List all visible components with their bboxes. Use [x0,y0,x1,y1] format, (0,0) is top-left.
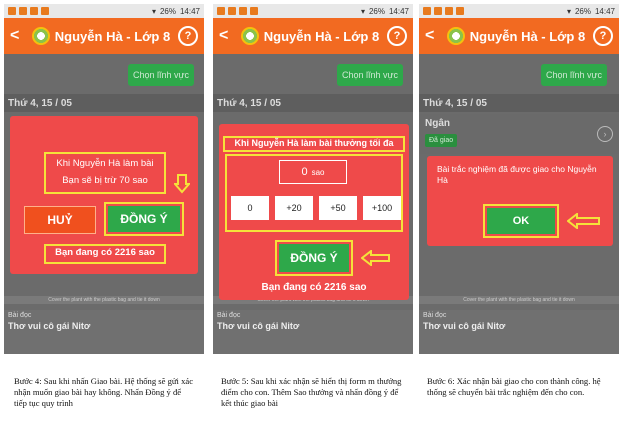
lesson-section: Bài đọc Thơ vui cô gái Nitơ [419,310,619,354]
status-bar: ▾ 26% 14:47 [213,4,413,18]
reward-input[interactable]: 0 sao [279,160,347,184]
reward-option[interactable]: +20 [275,196,313,220]
app-logo-icon [31,27,50,45]
reward-input-value: 0 [301,166,308,178]
help-button[interactable]: ? [386,26,407,46]
image-caption-strip: Cover the plant with the plastic bag and… [419,296,619,304]
notification-icon [19,7,27,15]
phone-screen-step6: ▾ 26% 14:47 < Nguyễn Hà - Lớp 8 ? Chọn lĩn… [419,4,619,354]
wifi-icon: ▾ [360,6,365,16]
notification-icon [434,7,442,15]
app-bar: < Nguyễn Hà - Lớp 8 ? [4,18,204,54]
confirm-button[interactable]: ĐỒNG Ý [108,206,180,232]
notification-icon [239,7,247,15]
back-button[interactable]: < [10,27,24,45]
date-header: Thứ 4, 15 / 05 [419,94,619,112]
arrow-left-icon [361,250,390,266]
reward-option[interactable]: +50 [319,196,357,220]
reward-option[interactable]: 0 [231,196,269,220]
clock: 14:47 [388,6,409,16]
phone-screen-step4: ▾ 26% 14:47 < Nguyễn Hà - Lớp 8 ? Chọn lĩn… [4,4,204,354]
assignment-card[interactable]: Ngân Đã giao › [419,114,619,154]
reward-dialog: Khi Nguyễn Hà làm bài thưởng tối đa 0 sa… [219,124,409,300]
choose-field-button[interactable]: Chọn lĩnh vực [337,64,404,86]
app-bar: < Nguyễn Hà - Lớp 8 ? [419,18,619,54]
battery-level: 26% [159,6,176,16]
clock: 14:47 [179,6,200,16]
dialog-message-line2: Bạn sẽ bị trừ 70 sao [62,175,148,186]
phone-screen-step5: ▾ 26% 14:47 < Nguyễn Hà - Lớp 8 ? Chọn lĩn… [213,4,413,354]
app-logo-icon [446,27,465,45]
notification-icon [217,7,225,15]
wifi-icon: ▾ [151,6,156,16]
notification-icon [41,7,49,15]
success-message: Bài trắc nghiệm đã được giao cho Nguyễn … [437,164,597,185]
status-bar: ▾ 26% 14:47 [419,4,619,18]
notification-icon [228,7,236,15]
confirm-button[interactable]: ĐỒNG Ý [279,244,349,272]
star-balance: Bạn đang có 2216 sao [55,247,155,258]
lesson-title[interactable]: Thơ vui cô gái Nitơ [4,321,204,331]
notification-icon [30,7,38,15]
notification-icon [456,7,464,15]
caption-step4: Bước 4: Sau khi nhấn Giao bài. Hệ thống … [14,376,194,408]
lesson-category: Bài đọc [423,312,447,319]
caption-step6: Bước 6: Xác nhận bài giao cho con thành … [427,376,601,397]
confirm-dialog: Khi Nguyễn Hà làm bài Bạn sẽ bị trừ 70 s… [10,116,198,274]
wifi-icon: ▾ [566,6,571,16]
app-title: Nguyễn Hà - Lớp 8 [263,28,380,44]
choose-field-button[interactable]: Chọn lĩnh vực [128,64,195,86]
dialog-message-line1: Khi Nguyễn Hà làm bài [56,158,154,169]
date-header: Thứ 4, 15 / 05 [4,94,204,112]
star-balance: Bạn đang có 2216 sao [261,282,367,293]
battery-level: 26% [368,6,385,16]
assignment-card-title: Ngân [425,118,450,129]
reward-option[interactable]: +100 [363,196,401,220]
status-bar: ▾ 26% 14:47 [4,4,204,18]
reward-input-unit: sao [311,167,325,177]
image-caption-strip: Cover the plant with the plastic bag and… [4,296,204,304]
lesson-category: Bài đọc [8,312,32,319]
battery-level: 26% [574,6,591,16]
ok-button[interactable]: OK [487,208,555,234]
lesson-category: Bài đọc [217,312,241,319]
success-dialog: Bài trắc nghiệm đã được giao cho Nguyễn … [427,156,613,246]
help-button[interactable]: ? [592,26,613,46]
clock: 14:47 [594,6,615,16]
lesson-title[interactable]: Thơ vui cô gái Nitơ [419,321,619,331]
notification-icon [423,7,431,15]
help-button[interactable]: ? [177,26,198,46]
lesson-title[interactable]: Thơ vui cô gái Nitơ [213,321,413,331]
date-header: Thứ 4, 15 / 05 [213,94,413,112]
notification-icon [8,7,16,15]
app-bar: < Nguyễn Hà - Lớp 8 ? [213,18,413,54]
notification-icon [250,7,258,15]
caption-step5: Bước 5: Sau khi xác nhận sẽ hiển thị for… [221,376,402,408]
reward-heading: Khi Nguyễn Hà làm bài thưởng tối đa [234,138,394,148]
back-button[interactable]: < [425,27,439,45]
assigned-badge: Đã giao [425,134,458,147]
arrow-left-icon [567,213,600,229]
lesson-section: Bài đọc Thơ vui cô gái Nitơ [213,310,413,354]
choose-field-button[interactable]: Chọn lĩnh vực [541,64,608,86]
chevron-right-icon: › [597,126,613,142]
cancel-button[interactable]: HUỶ [24,206,96,234]
app-title: Nguyễn Hà - Lớp 8 [469,28,586,44]
lesson-section: Bài đọc Thơ vui cô gái Nitơ [4,310,204,354]
arrow-down-icon [174,174,190,194]
notification-icon [445,7,453,15]
app-logo-icon [240,27,259,45]
back-button[interactable]: < [219,27,233,45]
app-title: Nguyễn Hà - Lớp 8 [54,28,171,44]
